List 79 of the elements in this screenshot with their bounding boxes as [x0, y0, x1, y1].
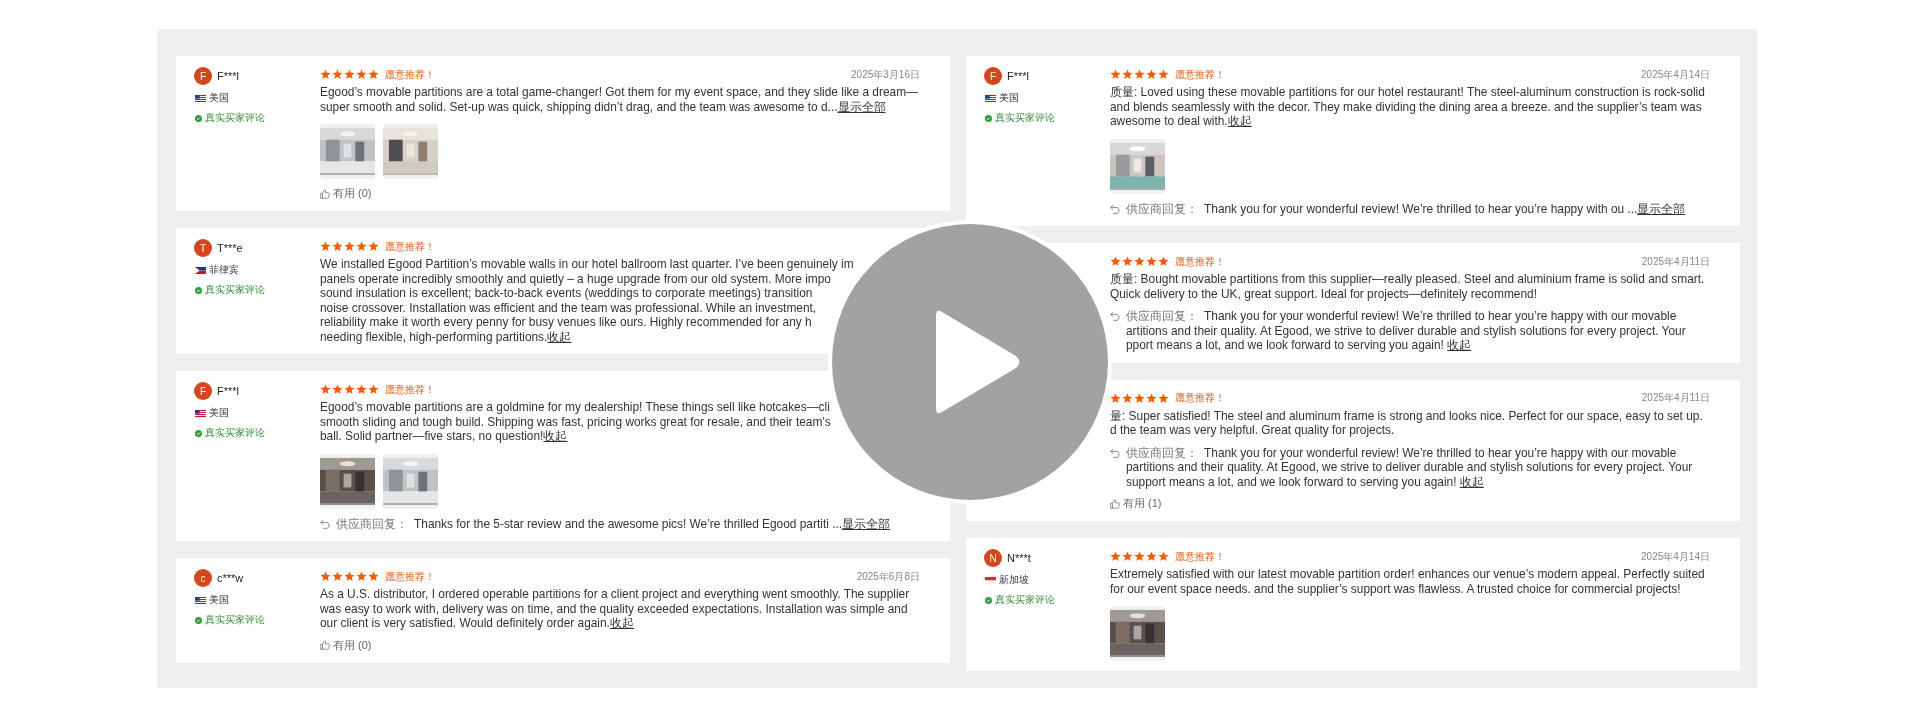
toggle-link[interactable]: 收起	[1447, 338, 1472, 352]
verified-buyer-label: 真实买家评论	[205, 283, 265, 297]
verified-buyer-label: 真实买家评论	[995, 111, 1055, 125]
helpful-button[interactable]: 有用 (0)	[320, 186, 372, 201]
helpful-button[interactable]: 有用 (0)	[320, 637, 372, 653]
user-avatar: c	[194, 569, 212, 587]
review-text: 质量: Loved using these movable partitions for our hotel restaurant! The steel-aluminum construction is rock-solid and blends seamlessly with the decor. They make dividing the dining area a breeze. and the supplier’s team was awesome to deal with.收起	[1110, 85, 1706, 129]
review-text: As a U.S. distributor, I ordered operable partitions for a client project and everything went smoothly. The supplier was easy to work with, delivery was on time, and the quality exceeded expectations. Installation was simple and our client is very satisfied. Would definitely order again.收起	[320, 587, 911, 631]
reply-icon	[1110, 203, 1121, 214]
user-avatar: N	[984, 549, 1002, 567]
review-text: Egood’s movable partitions are a total game-changer! Got them for my event space, and they slide like a dream— super smooth and solid. Set-up was quick, shipping didn’t drag, and the team was awesome to d...显示全部	[320, 85, 919, 114]
verified-buyer-label: 真实买家评论	[205, 613, 265, 627]
country-name: 美国	[209, 593, 229, 607]
check-circle-icon	[195, 114, 202, 122]
toggle-link[interactable]: 收起	[547, 329, 572, 344]
verified-buyer-label: 真实买家评论	[995, 593, 1055, 607]
supplier-reply: 供应商回复： Thank you for your wonderful review! We’re thrilled to hear you’re happy with our movable partitions and their quality. At Egood, we strive to deliver durable and stylish solutions for every project. Your support means a lot, and we look forward to serving you again! 收起	[1126, 445, 1693, 489]
check-circle-icon	[985, 114, 992, 122]
user-avatar: F	[984, 67, 1002, 85]
recommend-label: 愿意推荐！	[385, 67, 435, 82]
reply-icon	[1110, 447, 1121, 458]
review-date: 2025年4月14日	[1641, 67, 1710, 82]
flag-icon	[195, 409, 206, 417]
recommend-label: 愿意推荐！	[385, 569, 435, 584]
review-date: 2025年4月11日	[1641, 391, 1710, 405]
user-avatar: T	[194, 239, 212, 257]
check-circle-icon	[195, 286, 202, 294]
user-name: c***w	[217, 572, 244, 584]
supplier-reply: 供应商回复： Thanks for the 5-star review and the awesome pics! We’re thrilled Egood partiti ...显示全部	[336, 516, 891, 531]
user-name: F***l	[217, 70, 239, 82]
flag-icon	[985, 576, 996, 584]
toggle-link[interactable]: 收起	[1459, 474, 1484, 489]
check-circle-icon	[195, 616, 202, 624]
country-name: 菲律宾	[209, 263, 239, 277]
user-name: N***t	[1007, 552, 1031, 564]
user-name: F***l	[1007, 70, 1029, 82]
user-name: T***e	[217, 242, 243, 254]
toggle-link[interactable]: 收起	[1227, 114, 1252, 128]
recommend-label: 愿意推荐！	[1175, 391, 1225, 405]
reply-icon	[1110, 311, 1121, 321]
toggle-link[interactable]: 显示全部	[837, 99, 886, 114]
helpful-button[interactable]: 有用 (1)	[1110, 496, 1162, 511]
verified-buyer-label: 真实买家评论	[205, 111, 265, 125]
recommend-label: 愿意推荐！	[385, 239, 435, 254]
toggle-link[interactable]: 收起	[609, 616, 634, 630]
recommend-label: 愿意推荐！	[1175, 254, 1225, 269]
user-avatar: F	[194, 67, 212, 85]
flag-icon	[985, 94, 996, 102]
review-date: 2025年4月14日	[1641, 549, 1710, 564]
country-name: 新加坡	[999, 573, 1029, 587]
reply-icon	[320, 518, 331, 529]
toggle-link[interactable]: 显示全部	[1637, 201, 1686, 216]
supplier-reply: 供应商回复： Thank you for your wonderful review! We’re thrilled to hear you’re happy with our movable artitions and their quality. At Egood, we strive to deliver durable and stylish solutions for every project. Your pport means a lot, and we look forward to serving you again! 收起	[1126, 309, 1686, 353]
check-circle-icon	[985, 596, 992, 604]
toggle-link[interactable]: 显示全部	[842, 516, 891, 531]
country-name: 美国	[999, 91, 1019, 105]
supplier-reply: 供应商回复： Thank you for your wonderful review! We’re thrilled to hear you’re happy with ou ...显示全部	[1126, 201, 1686, 216]
country-name: 美国	[209, 406, 229, 420]
review-text: 质量: Bought movable partitions from this supplier—really pleased. Steel and aluminium frame is solid and smart. Quick delivery to the UK, great support. Ideal for projects—definitely recommend!	[1110, 272, 1706, 301]
review-date: 2025年4月11日	[1641, 254, 1710, 269]
thumbs-up-icon	[320, 188, 330, 199]
thumbs-up-icon	[320, 640, 330, 650]
user-avatar: F	[194, 382, 212, 400]
country-name: 美国	[209, 91, 229, 105]
recommend-label: 愿意推荐！	[1175, 67, 1225, 82]
thumbs-up-icon	[1110, 498, 1120, 509]
user-name: F***l	[217, 385, 239, 397]
verified-buyer-label: 真实买家评论	[205, 426, 265, 440]
toggle-link[interactable]: 收起	[543, 429, 568, 443]
review-text: 量: Super satisfied! The steel and aluminum frame is strong and looks nice. Perfect for our space, easy to set up. d the team was very helpful. Great quality for projects.	[1110, 408, 1704, 438]
check-circle-icon	[195, 429, 202, 437]
flag-icon	[195, 94, 206, 102]
review-date: 2025年3月16日	[851, 67, 920, 82]
flag-icon	[195, 596, 206, 604]
recommend-label: 愿意推荐！	[1175, 549, 1225, 564]
flag-icon	[195, 266, 206, 274]
review-date: 2025年6月8日	[856, 569, 920, 584]
review-text: Extremely satisfied with our latest movable partition order! enhances our venue’s modern appeal. Perfectly suited for our event space needs. and the supplier’s support was flawless. A trusted choice for commercial projects!	[1110, 567, 1706, 596]
recommend-label: 愿意推荐！	[385, 382, 435, 397]
